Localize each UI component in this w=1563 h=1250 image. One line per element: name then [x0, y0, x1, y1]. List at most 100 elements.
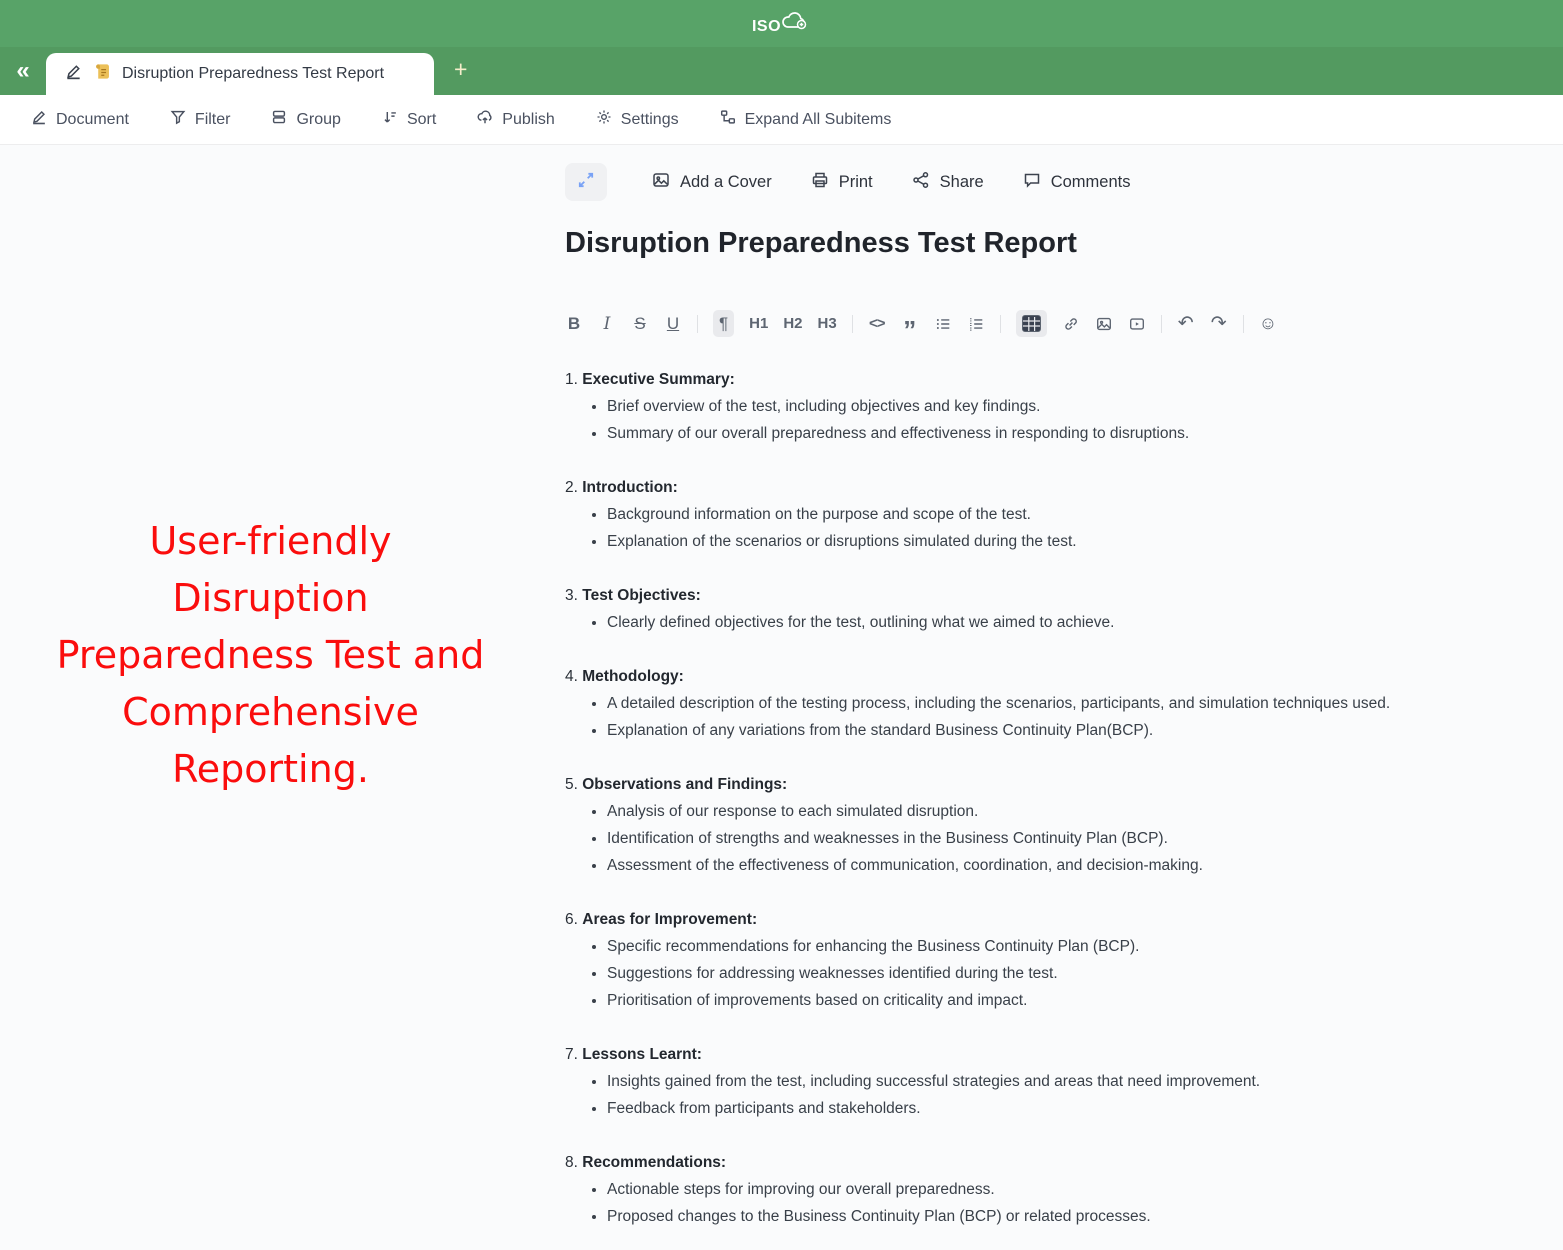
- app-logo-text: ISO: [752, 18, 781, 36]
- section-heading-text: Observations and Findings:: [582, 776, 787, 793]
- publish-icon: [476, 108, 494, 131]
- section-introduction: 2. Introduction: Background information …: [565, 475, 1445, 555]
- document-body[interactable]: 1. Executive Summary: Brief overview of …: [565, 367, 1445, 1230]
- bullet-item: Insights gained from the test, including…: [607, 1069, 1445, 1095]
- add-cover-button[interactable]: Add a Cover: [651, 170, 772, 195]
- video-button[interactable]: [1128, 310, 1146, 337]
- section-lessons-learnt: 7. Lessons Learnt: Insights gained from …: [565, 1042, 1445, 1122]
- menu-item-group[interactable]: Group: [270, 108, 340, 131]
- bullet-list-button[interactable]: [934, 310, 952, 337]
- redo-button[interactable]: ↷: [1210, 310, 1228, 337]
- scroll-document-icon: [93, 62, 112, 86]
- section-heading-text: Recommendations:: [582, 1154, 726, 1171]
- comments-icon: [1022, 170, 1042, 195]
- annotation-line: Disruption: [48, 570, 493, 627]
- section-heading: 6. Areas for Improvement:: [565, 907, 1445, 933]
- emoji-button[interactable]: ☺: [1259, 310, 1277, 337]
- section-heading: 1. Executive Summary:: [565, 367, 1445, 393]
- document-title[interactable]: Disruption Preparedness Test Report: [565, 227, 1495, 260]
- undo-button[interactable]: ↶: [1177, 310, 1195, 337]
- code-button[interactable]: <>: [868, 310, 886, 337]
- share-icon: [911, 170, 931, 195]
- strikethrough-button[interactable]: S: [631, 310, 649, 337]
- cover-image-icon: [651, 170, 671, 195]
- section-number: 7.: [565, 1046, 578, 1063]
- bullet-item: Proposed changes to the Business Continu…: [607, 1204, 1445, 1230]
- image-button[interactable]: [1095, 310, 1113, 337]
- expand-diagonal-arrows-icon: [576, 170, 596, 195]
- menu-item-settings[interactable]: Settings: [595, 108, 679, 131]
- toolbar-divider: [1161, 315, 1162, 333]
- bold-button[interactable]: B: [565, 310, 583, 337]
- menu-item-sort[interactable]: Sort: [381, 108, 436, 131]
- section-heading-text: Introduction:: [582, 479, 678, 496]
- expand-document-button[interactable]: [565, 163, 607, 201]
- sort-icon: [381, 108, 399, 131]
- bullet-item: Assessment of the effectiveness of commu…: [607, 853, 1445, 879]
- toolbar-divider: [1000, 315, 1001, 333]
- bullet-item: Analysis of our response to each simulat…: [607, 799, 1445, 825]
- menu-item-label: Sort: [407, 111, 436, 129]
- section-heading-text: Methodology:: [582, 668, 684, 685]
- annotation-line: Preparedness Test and: [48, 627, 493, 684]
- menu-item-label: Settings: [621, 111, 679, 129]
- document-action-row: Add a Cover Print Share: [565, 163, 1495, 201]
- heading1-button[interactable]: H1: [749, 310, 768, 337]
- comments-button[interactable]: Comments: [1022, 170, 1131, 195]
- bullet-item: A detailed description of the testing pr…: [607, 691, 1445, 717]
- menu-item-publish[interactable]: Publish: [476, 108, 554, 131]
- subitems-icon: [719, 108, 737, 131]
- menu-item-label: Group: [296, 111, 340, 129]
- bullet-item: Background information on the purpose an…: [607, 502, 1445, 528]
- tab-active[interactable]: Disruption Preparedness Test Report: [46, 53, 434, 95]
- annotation-line: User-friendly: [48, 513, 493, 570]
- quote-button[interactable]: ”: [901, 316, 919, 343]
- print-button[interactable]: Print: [810, 170, 873, 195]
- heading2-button[interactable]: H2: [783, 310, 802, 337]
- menu-item-document[interactable]: Document: [30, 108, 129, 131]
- bullet-item: Explanation of any variations from the s…: [607, 718, 1445, 744]
- table-button[interactable]: [1016, 310, 1047, 337]
- menu-item-label: Document: [56, 111, 129, 129]
- bullet-item: Actionable steps for improving our overa…: [607, 1177, 1445, 1203]
- new-tab-button[interactable]: +: [454, 58, 467, 85]
- section-heading-text: Lessons Learnt:: [582, 1046, 702, 1063]
- edit-icon[interactable]: [64, 62, 83, 86]
- menu-item-filter[interactable]: Filter: [169, 108, 231, 131]
- section-number: 5.: [565, 776, 578, 793]
- section-heading: 7. Lessons Learnt:: [565, 1042, 1445, 1068]
- bullet-item: Clearly defined objectives for the test,…: [607, 610, 1445, 636]
- printer-icon: [810, 170, 830, 195]
- settings-icon: [595, 108, 613, 131]
- action-label: Print: [839, 173, 873, 192]
- formatting-toolbar: B I S U ¶ H1 H2 H3 <> ”: [565, 310, 1495, 337]
- section-observations-findings: 5. Observations and Findings: Analysis o…: [565, 772, 1445, 879]
- collapse-sidebar-button[interactable]: «: [0, 59, 46, 83]
- italic-button[interactable]: I: [598, 310, 616, 337]
- share-button[interactable]: Share: [911, 170, 984, 195]
- section-test-objectives: 3. Test Objectives: Clearly defined obje…: [565, 583, 1445, 636]
- bullet-item: Suggestions for addressing weaknesses id…: [607, 961, 1445, 987]
- menu-item-label: Expand All Subitems: [745, 111, 892, 129]
- bullet-item: Identification of strengths and weakness…: [607, 826, 1445, 852]
- section-executive-summary: 1. Executive Summary: Brief overview of …: [565, 367, 1445, 447]
- bullet-item: Feedback from participants and stakehold…: [607, 1096, 1445, 1122]
- bullet-item: Explanation of the scenarios or disrupti…: [607, 529, 1445, 555]
- section-number: 1.: [565, 371, 578, 388]
- tab-title[interactable]: Disruption Preparedness Test Report: [122, 65, 384, 83]
- link-button[interactable]: [1062, 310, 1080, 337]
- menu-item-expand-all-subitems[interactable]: Expand All Subitems: [719, 108, 892, 131]
- numbered-list-button[interactable]: [967, 310, 985, 337]
- section-heading: 2. Introduction:: [565, 475, 1445, 501]
- underline-button[interactable]: U: [664, 310, 682, 337]
- bullet-item: Prioritisation of improvements based on …: [607, 988, 1445, 1014]
- section-heading-text: Executive Summary:: [582, 371, 735, 388]
- toolbar-divider: [852, 315, 853, 333]
- action-label: Comments: [1051, 173, 1131, 192]
- paragraph-button[interactable]: ¶: [713, 310, 734, 337]
- edit-icon: [30, 108, 48, 131]
- document-panel: Add a Cover Print Share: [565, 145, 1495, 1230]
- heading3-button[interactable]: H3: [818, 310, 837, 337]
- section-heading: 4. Methodology:: [565, 664, 1445, 690]
- menu-item-label: Publish: [502, 111, 554, 129]
